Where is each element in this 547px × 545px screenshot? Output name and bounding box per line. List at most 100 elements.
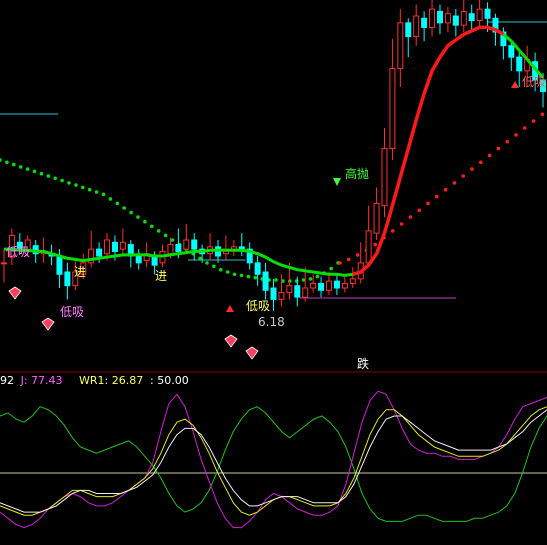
candle-body [262,271,269,291]
candle-body [270,287,277,300]
ma-dot-red [417,208,422,213]
gem-icon [41,317,55,331]
ma-dot-red [408,215,413,219]
candle-body [183,239,190,250]
ma-dot-green [156,229,161,233]
ma-dot-green [46,174,51,178]
ma-dot-green [0,158,2,162]
ma-dot-red [461,174,466,178]
ma-line-green [4,25,545,277]
candle-body [341,282,348,289]
ma-dot-red [514,133,518,137]
ma-dot-red [355,253,360,257]
ma-dot-green [12,162,16,167]
ma-dot-green [122,206,126,210]
candle-body [294,285,301,298]
ma-dot-red [399,222,404,226]
ma-dot-green [53,176,57,181]
ma-dot-green [81,185,85,190]
gem-icon [8,286,22,300]
ma-dot-green [198,256,202,261]
candle-body [365,230,372,264]
ma-dot-red [443,187,448,192]
candle-body [508,45,515,58]
ma-dot-red [426,201,430,206]
annotation-label: 进 [74,265,86,279]
candle-body [278,292,285,300]
ma-dot-green [239,273,244,278]
annotation-label: 进 [155,269,167,283]
ma-dot-green [212,264,216,269]
ma-dot-green [150,224,154,229]
candle-body [389,68,396,150]
candle-body [444,13,451,24]
candle-body [381,148,388,207]
ma-dot-green [25,167,30,171]
candle-body [286,285,293,294]
ma-dot-green [246,274,251,279]
osc-line-green [0,406,547,522]
ma-dot-green [329,266,334,271]
candle-body [460,10,467,26]
ma-dot-green [163,233,168,238]
candle-body [302,287,309,298]
annotation-label: 跌 [357,356,369,371]
ma-dot-green [136,215,140,219]
candle-body [310,282,317,289]
ma-dot-red [479,160,483,165]
ma-dot-green [5,160,9,165]
candle-body [516,56,523,72]
chart-window: 低吸进进低吸 6.18 高抛 低吸跌低吸 92 J: 77.43 WR1: 26.87: 5… [0,0,547,545]
ma-dot-green [67,181,71,185]
ma-dot-red [523,126,527,130]
candle-body [175,244,182,252]
candle-body [436,10,443,24]
candle-body [333,280,340,289]
gem-icon [224,334,238,348]
ma-dot-red [531,119,536,123]
annotation-label: 低吸 [6,245,30,259]
ma-dot-green [294,279,299,283]
candle-body [421,17,428,28]
ma-dot-green [308,277,313,281]
ma-dot-red [505,139,510,144]
candle-body [325,280,332,291]
candle-body [484,8,491,19]
ma-dot-red [470,167,474,171]
ma-dot-green [253,275,258,280]
ma-dot-green [143,219,147,224]
candle-body [135,255,142,264]
arrow-up-icon [511,81,519,88]
candle-body [167,244,174,255]
ma-dot-red [435,194,439,199]
kline-chart[interactable]: 低吸进 进低吸6.18高抛低吸跌低吸92 J: 77.43 WR1: 26.87: 5… [0,0,547,545]
ma-dot-green [274,278,278,282]
annotation-label: 6.18 [258,315,285,329]
ma-dot-red [487,153,492,158]
ma-dot-green [39,171,44,176]
ma-dot-green [32,169,37,174]
candle-body [397,22,404,70]
ma-dot-green [94,190,99,194]
candle-body [476,8,483,22]
candle-body [254,262,261,275]
ma-dot-green [18,165,23,169]
candle-body [468,13,475,22]
candle-body [96,248,103,257]
candle-body [318,282,325,291]
candle-body [405,22,412,38]
arrow-down-icon [333,178,341,186]
ma-dot-green [170,238,175,242]
annotation-label: 高抛 [345,166,369,181]
ma-dot-red [496,146,501,151]
candle-body [452,15,459,26]
annotation-label: 低吸 [522,75,546,89]
osc-value-label: : 50.00 [150,374,189,387]
ma-dot-green [129,210,133,215]
ma-dot-green [205,261,209,265]
candle-body [349,278,356,284]
osc-value-label: 92 [0,374,14,387]
annotation-label: 低吸 [60,305,84,319]
ma-dot-green [225,270,230,274]
candle-body [429,8,436,28]
